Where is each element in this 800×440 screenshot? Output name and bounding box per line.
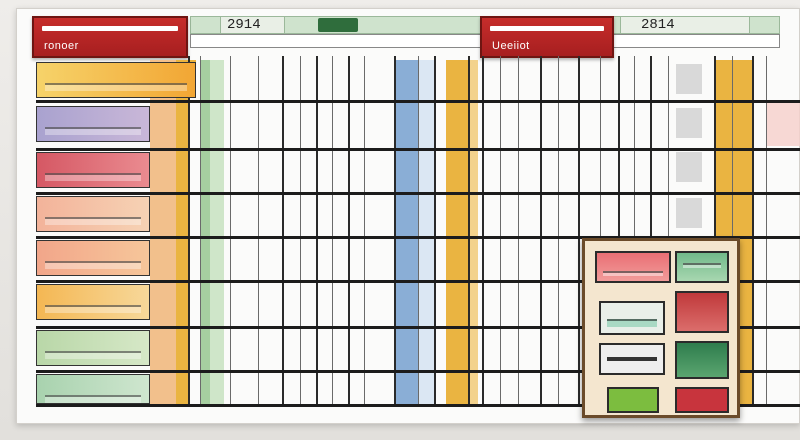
grid-cell[interactable] [676, 108, 702, 138]
crimson-swatch-icon[interactable] [675, 387, 729, 413]
lime-swatch-icon[interactable] [607, 387, 659, 413]
grid-cell[interactable] [676, 198, 702, 228]
peach-label-icon[interactable] [36, 196, 150, 232]
column-divider [348, 56, 350, 406]
header-line [490, 26, 604, 31]
column-divider [282, 56, 284, 406]
row-divider [36, 100, 800, 103]
column-divider [258, 56, 259, 406]
column-divider [558, 56, 559, 406]
right-panel-title: Ueeiiot [492, 40, 530, 52]
column-divider [418, 56, 419, 406]
column-divider [578, 56, 580, 406]
grid-cell[interactable] [676, 152, 702, 182]
mint-swatch-icon[interactable] [599, 301, 665, 335]
tab-right-number[interactable]: 2814 [620, 16, 750, 34]
yellow-column [470, 60, 478, 406]
blue-column [396, 60, 418, 406]
peach-column [150, 60, 176, 406]
column-divider [300, 56, 301, 406]
column-divider [332, 56, 333, 406]
pink-cell [766, 100, 800, 146]
column-divider [200, 56, 201, 406]
yellow-label-icon[interactable] [36, 62, 196, 98]
grid-cell[interactable] [676, 64, 702, 94]
tab-left-number-label: 2914 [227, 17, 261, 33]
column-divider [230, 56, 231, 406]
row-divider [36, 148, 800, 151]
header-line [42, 26, 178, 31]
lightblue-column [418, 60, 434, 406]
amber-label-icon[interactable] [36, 284, 150, 320]
column-divider [518, 56, 519, 406]
yellow-column [176, 60, 188, 406]
column-divider [394, 56, 396, 406]
tab-left-number[interactable]: 2914 [220, 16, 285, 34]
maroon-swatch-icon[interactable] [675, 291, 729, 333]
orange-label-icon[interactable] [36, 240, 150, 276]
red-label-icon[interactable] [36, 152, 150, 188]
tab-right-number-label: 2814 [641, 17, 675, 33]
column-divider [316, 56, 318, 406]
column-divider [766, 56, 767, 406]
green-column [200, 60, 210, 406]
green-column [210, 60, 224, 406]
column-divider [364, 56, 365, 406]
right-panel-header[interactable]: Ueeiiot [480, 16, 614, 58]
row-divider [36, 192, 800, 195]
red-swatch-icon[interactable] [595, 251, 671, 283]
darkgreen-swatch-icon[interactable] [675, 341, 729, 379]
column-divider [434, 56, 436, 406]
color-palette-popup [582, 238, 740, 418]
schedule-board: 2914 2814 ronoer Ueeiiot [0, 0, 800, 440]
mint-label-icon[interactable] [36, 374, 150, 404]
green-swatch-icon[interactable] [675, 251, 729, 283]
green-marker-icon [318, 18, 358, 32]
left-panel-header[interactable]: ronoer [32, 16, 188, 58]
column-divider [752, 56, 754, 406]
yellow-column [446, 60, 468, 406]
column-divider [540, 56, 542, 406]
column-divider [188, 56, 190, 406]
column-divider [468, 56, 470, 406]
purple-label-icon[interactable] [36, 106, 150, 142]
green-label-icon[interactable] [36, 330, 150, 366]
gray-swatch-icon[interactable] [599, 343, 665, 375]
column-divider [482, 56, 484, 406]
column-divider [500, 56, 501, 406]
left-panel-title: ronoer [44, 40, 79, 52]
